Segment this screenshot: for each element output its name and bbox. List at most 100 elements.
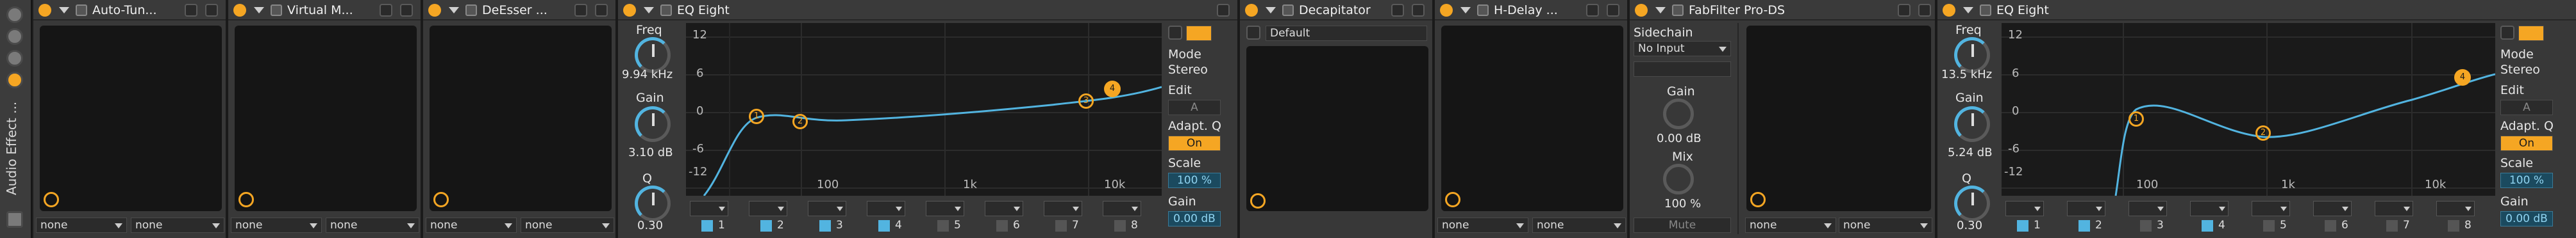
filter-type-select[interactable] <box>867 201 905 216</box>
device-power-button[interactable] <box>1245 4 1258 17</box>
plugin-edit-icon[interactable] <box>1391 4 1404 17</box>
xy-pad[interactable] <box>40 26 222 211</box>
mode-select[interactable]: Stereo <box>2500 63 2540 77</box>
xy-pad[interactable] <box>1746 26 1931 211</box>
filter-type-select[interactable] <box>2252 201 2290 216</box>
gain-value[interactable]: 3.10 dB <box>628 146 673 159</box>
filter-type-select[interactable] <box>2375 201 2413 216</box>
freq-value[interactable]: 13.5 kHz <box>1941 68 1992 81</box>
xy-x-select[interactable]: none <box>1745 218 1836 233</box>
device-hotswap-icon[interactable] <box>660 4 672 16</box>
edit-ab-switch[interactable]: A <box>2500 100 2553 115</box>
device-hotswap-icon[interactable] <box>271 4 282 16</box>
xy-pad-handle[interactable] <box>1750 192 1766 207</box>
device-title-bar[interactable]: Decapitator <box>1240 0 1432 20</box>
band-enable-toggle[interactable] <box>2325 220 2336 232</box>
scale-value[interactable]: 100 % <box>2500 173 2553 188</box>
xy-y-select[interactable]: none <box>521 218 614 233</box>
filter-type-select[interactable] <box>2005 201 2044 216</box>
band-8[interactable]: 8 <box>2432 198 2488 235</box>
filter-type-select[interactable] <box>2436 201 2475 216</box>
device-fold-icon[interactable] <box>644 7 654 13</box>
device-title-bar[interactable]: H-Delay ... <box>1435 0 1627 20</box>
eq-node-3[interactable]: 3 <box>1078 93 1094 109</box>
xy-x-select[interactable]: none <box>36 218 127 233</box>
analyzer-toggle[interactable] <box>2518 26 2544 41</box>
device-fold-icon[interactable] <box>1963 7 1973 13</box>
device-fold-icon[interactable] <box>1655 7 1666 13</box>
band-2[interactable]: 2 <box>745 198 800 235</box>
xy-y-select[interactable]: none <box>1532 218 1626 233</box>
filter-type-select[interactable] <box>2129 201 2167 216</box>
xy-y-select[interactable]: none <box>1839 218 1932 233</box>
eq-graph[interactable]: 12 6 0 -6 -12 100 1k 10k 1 2 3 4 <box>686 23 1162 196</box>
device-save-icon[interactable] <box>595 4 608 17</box>
filter-type-select[interactable] <box>2313 201 2352 216</box>
band-enable-toggle[interactable] <box>2140 220 2152 232</box>
xy-pad-handle[interactable] <box>433 192 449 207</box>
rack-power-button[interactable] <box>6 6 23 23</box>
eq-node-2[interactable]: 2 <box>792 114 808 129</box>
band-6[interactable]: 6 <box>981 198 1036 235</box>
xy-x-select[interactable]: none <box>1437 218 1528 233</box>
eq-graph[interactable]: 12 6 0 -6 -12 100 1k 10k 1 2 4 <box>2002 23 2495 196</box>
xy-pad-handle[interactable] <box>1445 192 1460 207</box>
device-fold-icon[interactable] <box>1266 7 1276 13</box>
device-fold-icon[interactable] <box>449 7 459 13</box>
band-enable-toggle[interactable] <box>2263 220 2275 232</box>
band-8[interactable]: 8 <box>1099 198 1154 235</box>
edit-ab-switch[interactable]: A <box>1168 100 1221 115</box>
rack-show-chains-button[interactable] <box>6 72 23 88</box>
xy-pad-handle[interactable] <box>44 192 59 207</box>
eq-node-1[interactable]: 1 <box>749 109 764 124</box>
xy-x-select[interactable]: none <box>231 218 322 233</box>
device-save-icon[interactable] <box>205 4 218 17</box>
band-1[interactable]: 1 <box>686 198 741 235</box>
scale-value[interactable]: 100 % <box>1168 173 1221 188</box>
xy-pad[interactable] <box>235 26 417 211</box>
filter-type-select[interactable] <box>985 201 1023 216</box>
device-hotswap-icon[interactable] <box>1477 4 1489 16</box>
device-power-button[interactable] <box>428 4 441 17</box>
sc-mix-value[interactable]: 100 % <box>1664 197 1701 210</box>
filter-type-select[interactable] <box>1103 201 1141 216</box>
device-hotswap-icon[interactable] <box>1980 4 1991 16</box>
eq-node-4[interactable]: 4 <box>1104 81 1121 97</box>
band-7[interactable]: 7 <box>2371 198 2426 235</box>
plugin-edit-icon[interactable] <box>380 4 392 17</box>
device-fold-icon[interactable] <box>1460 7 1471 13</box>
device-power-button[interactable] <box>38 4 51 17</box>
sc-gain-knob[interactable] <box>1663 99 1694 129</box>
band-enable-toggle[interactable] <box>937 220 949 232</box>
gain-knob[interactable] <box>1954 106 1990 142</box>
sc-mix-knob[interactable] <box>1663 164 1694 194</box>
adaptq-toggle[interactable]: On <box>2500 136 2553 151</box>
xy-y-select[interactable]: none <box>326 218 419 233</box>
band-1[interactable]: 1 <box>2002 198 2057 235</box>
filter-type-select[interactable] <box>2067 201 2105 216</box>
filter-type-select[interactable] <box>808 201 846 216</box>
headphones-icon[interactable] <box>1168 26 1182 40</box>
device-save-icon[interactable] <box>1607 4 1619 17</box>
sc-mute-button[interactable]: Mute <box>1634 218 1731 233</box>
output-gain-value[interactable]: 0.00 dB <box>2500 211 2553 226</box>
device-hotswap-icon[interactable] <box>1282 4 1294 16</box>
xy-pad-handle[interactable] <box>1250 193 1266 209</box>
q-value[interactable]: 0.30 <box>637 219 663 232</box>
filter-type-select[interactable] <box>1044 201 1082 216</box>
device-save-icon[interactable] <box>1217 4 1230 17</box>
filter-type-select[interactable] <box>926 201 964 216</box>
device-title-bar[interactable]: DeEsser ... <box>423 0 615 20</box>
band-enable-toggle[interactable] <box>1114 220 1126 232</box>
adaptq-toggle[interactable]: On <box>1168 136 1221 151</box>
eq-node-2[interactable]: 2 <box>2255 125 2271 141</box>
device-hotswap-icon[interactable] <box>1672 4 1684 16</box>
plugin-edit-icon[interactable] <box>185 4 197 17</box>
band-3[interactable]: 3 <box>804 198 859 235</box>
band-7[interactable]: 7 <box>1040 198 1095 235</box>
analyzer-toggle[interactable] <box>1186 26 1212 41</box>
band-enable-toggle[interactable] <box>701 220 713 232</box>
q-knob[interactable] <box>635 186 671 221</box>
sidechain-tap-select[interactable] <box>1634 61 1731 77</box>
device-power-button[interactable] <box>233 4 246 17</box>
